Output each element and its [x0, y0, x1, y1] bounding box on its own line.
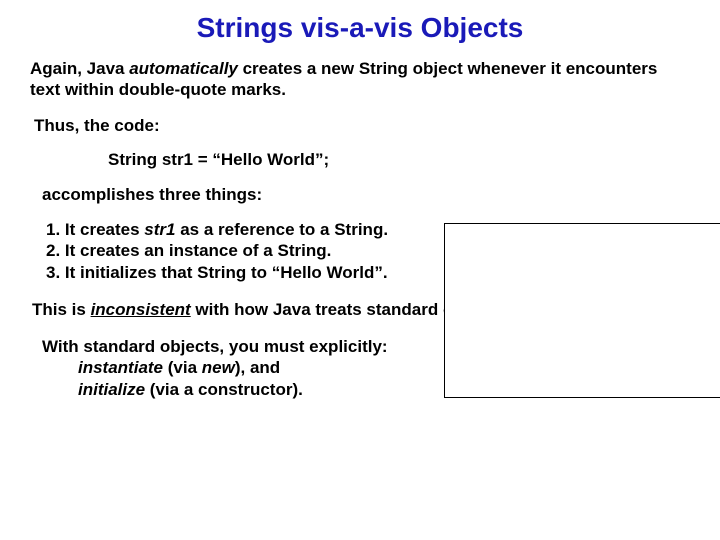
inc-em: inconsistent [91, 300, 191, 319]
std-a-new: new [202, 358, 235, 377]
page-title: Strings vis-a-vis Objects [28, 12, 692, 44]
li1-pre: 1. It creates [46, 220, 144, 239]
code-example: String str1 = “Hello World”; [108, 150, 692, 170]
intro-em: automatically [129, 59, 238, 78]
accomplishes-line: accomplishes three things: [42, 184, 692, 205]
std-b-em: initialize [78, 380, 145, 399]
std-a-post: ), and [235, 358, 280, 377]
inc-pre: This is [32, 300, 91, 319]
intro-pre: Again, Java [30, 59, 129, 78]
li1-post: as a reference to a String. [175, 220, 388, 239]
std-a-em: instantiate [78, 358, 163, 377]
empty-box [444, 223, 720, 398]
thus-line: Thus, the code: [34, 115, 692, 136]
intro-paragraph: Again, Java automatically creates a new … [30, 58, 692, 101]
std-a-mid: (via [163, 358, 202, 377]
std-b-post: (via a constructor). [145, 380, 303, 399]
li1-em: str1 [144, 220, 175, 239]
list-area: 1. It creates str1 as a reference to a S… [28, 219, 692, 283]
